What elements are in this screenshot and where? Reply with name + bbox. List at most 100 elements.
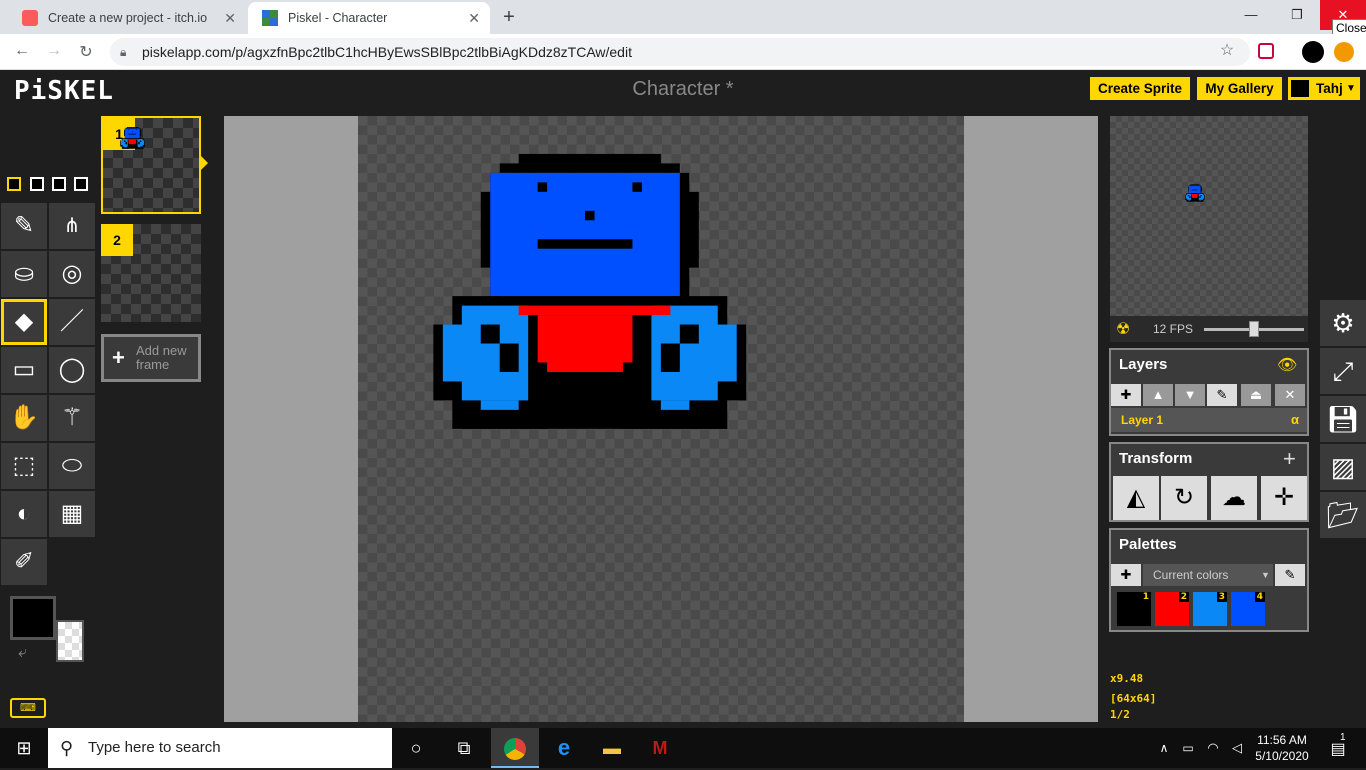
eye-icon[interactable]: 👁︎ xyxy=(1277,355,1297,375)
file-explorer-icon[interactable]: ▬ xyxy=(588,728,636,768)
plus-icon[interactable]: + xyxy=(1283,446,1296,472)
add-palette-button[interactable]: ✚ xyxy=(1111,564,1141,586)
open-folder-icon[interactable]: 📂︎ xyxy=(1320,492,1366,538)
extension-icon[interactable] xyxy=(1258,43,1274,59)
palette-select[interactable]: Current colors ▼ xyxy=(1143,564,1273,586)
minimize-button[interactable]: — xyxy=(1228,0,1274,30)
drawing-canvas[interactable] xyxy=(358,116,964,722)
circle-tool-icon[interactable]: ◯ xyxy=(49,347,95,393)
piskel-logo[interactable]: PiSKEL xyxy=(14,76,114,106)
taskbar-clock[interactable]: 11:56 AM 5/10/2020 xyxy=(1252,732,1312,764)
address-bar[interactable]: 🔒︎ piskelapp.com/p/agxzfnBpc2tlbC1hcHByE… xyxy=(110,38,1250,66)
resize-icon[interactable]: ⤢ xyxy=(1320,348,1366,394)
palette-color-swatch[interactable]: 1 xyxy=(1117,592,1151,626)
sprite-pixel-block xyxy=(537,182,548,192)
pen-size-3[interactable] xyxy=(52,177,66,191)
pen-size-4[interactable] xyxy=(74,177,88,191)
move-hand-tool-icon[interactable]: ✋ xyxy=(1,395,47,441)
task-view-icon[interactable]: ⧉ xyxy=(440,728,488,768)
swatch-index: 3 xyxy=(1216,592,1227,602)
sprite-pixel-block xyxy=(490,172,680,297)
wifi-icon[interactable]: ◠ xyxy=(1202,728,1224,768)
move-layer-down-icon[interactable]: ▼ xyxy=(1175,384,1205,406)
pen-size-1[interactable] xyxy=(7,177,21,191)
swatch-index: 2 xyxy=(1178,592,1189,602)
eraser-tool-icon[interactable]: ◆ xyxy=(1,299,47,345)
windows-start-icon[interactable]: ⊞ xyxy=(0,728,48,768)
mcafee-icon[interactable]: M xyxy=(636,728,684,768)
create-sprite-button[interactable]: Create Sprite xyxy=(1090,77,1190,100)
edit-layer-icon[interactable]: ✎ xyxy=(1207,384,1237,406)
stroke-tool-icon[interactable]: ／ xyxy=(49,299,95,345)
rectangle-tool-icon[interactable]: ▭ xyxy=(1,347,47,393)
settings-gear-icon[interactable]: ⚙ xyxy=(1320,300,1366,346)
dithering-tool-icon[interactable]: ▦ xyxy=(49,491,95,537)
avatar xyxy=(1291,80,1309,97)
edge-taskbar-icon[interactable]: e xyxy=(540,728,588,768)
lighten-tool-icon[interactable]: ◐ xyxy=(1,491,47,537)
layer-row[interactable]: Layer 1 α xyxy=(1111,408,1307,432)
palette-color-swatch[interactable]: 3 xyxy=(1193,592,1227,626)
cortana-icon[interactable]: ○ xyxy=(392,728,440,768)
palette-color-swatch[interactable]: 4 xyxy=(1231,592,1265,626)
forward-icon[interactable]: → xyxy=(42,42,66,60)
chrome-taskbar-icon[interactable] xyxy=(491,728,539,768)
fps-label: 12 FPS xyxy=(1153,322,1194,336)
frame-thumbnail[interactable]: 2 xyxy=(101,224,201,322)
reload-icon[interactable]: ↻ xyxy=(74,42,98,62)
paint-bucket-tool-icon[interactable]: ⛀ xyxy=(1,251,47,297)
layer-alpha-icon[interactable]: α xyxy=(1291,412,1299,427)
close-tab-icon[interactable]: ✕ xyxy=(468,10,480,27)
clone-sheep-icon[interactable]: ☁ xyxy=(1211,476,1257,520)
volume-icon[interactable]: ◁ xyxy=(1226,728,1248,768)
flip-icon[interactable]: ◭ xyxy=(1113,476,1159,520)
frame-thumbnail[interactable]: 1 xyxy=(101,116,201,214)
keyboard-shortcuts-icon[interactable]: ⌨ xyxy=(10,698,46,718)
fps-slider-handle[interactable] xyxy=(1249,321,1259,337)
user-menu[interactable]: Tahj ▼ xyxy=(1288,77,1360,100)
color-picker-tool-icon[interactable]: ✐ xyxy=(1,539,47,585)
merge-layer-icon[interactable]: ⏏ xyxy=(1241,384,1271,406)
swap-colors-icon[interactable]: ⤶ xyxy=(18,644,27,662)
magic-wand-tool-icon[interactable]: ⚚ xyxy=(49,395,95,441)
palette-color-swatch[interactable]: 2 xyxy=(1155,592,1189,626)
update-icon[interactable] xyxy=(1334,42,1354,62)
edit-palette-icon[interactable]: ✎ xyxy=(1275,564,1305,586)
add-new-frame-button[interactable]: + Add new frame xyxy=(101,334,201,382)
chevron-up-icon[interactable]: ∧ xyxy=(1154,728,1174,768)
my-gallery-button[interactable]: My Gallery xyxy=(1197,77,1282,100)
lasso-select-tool-icon[interactable]: ⬭ xyxy=(49,443,95,489)
save-icon[interactable]: 💾︎ xyxy=(1320,396,1366,442)
secondary-color-swatch[interactable] xyxy=(56,620,84,662)
pen-size-2[interactable] xyxy=(30,177,44,191)
notification-icon[interactable]: ▤ 1 xyxy=(1318,728,1358,768)
pen-tool-icon[interactable]: ✎ xyxy=(1,203,47,249)
sprite-pixel-block xyxy=(135,148,144,149)
close-tab-icon[interactable]: ✕ xyxy=(224,10,236,27)
delete-layer-icon[interactable]: ✕ xyxy=(1275,384,1305,406)
sprite-pixel-block xyxy=(121,140,124,145)
rotate-icon[interactable]: ↻ xyxy=(1161,476,1207,520)
mirror-pen-tool-icon[interactable]: ⋔ xyxy=(49,203,95,249)
tab-title: Create a new project - itch.io xyxy=(48,11,208,25)
tab-itchio[interactable]: Create a new project - itch.io ✕ xyxy=(8,2,246,34)
restore-button[interactable]: ❐ xyxy=(1274,0,1320,30)
layer-name: Layer 1 xyxy=(1121,413,1164,427)
paint-same-color-tool-icon[interactable]: ◎ xyxy=(49,251,95,297)
bookmark-star-icon[interactable]: ☆ xyxy=(1215,40,1239,60)
onion-skin-icon[interactable]: ☢ xyxy=(1116,319,1130,339)
move-layer-up-icon[interactable]: ▲ xyxy=(1143,384,1173,406)
rect-select-tool-icon[interactable]: ⬚ xyxy=(1,443,47,489)
search-icon: ⚲ xyxy=(60,738,74,758)
center-align-icon[interactable]: ✛ xyxy=(1261,476,1307,520)
add-layer-button[interactable]: ✚ xyxy=(1111,384,1141,406)
tab-piskel[interactable]: Piskel - Character ✕ xyxy=(248,2,490,34)
sprite-pixel-block xyxy=(129,143,136,145)
battery-icon[interactable]: ▭ xyxy=(1178,728,1198,768)
export-image-icon[interactable]: ▨ xyxy=(1320,444,1366,490)
taskbar-search-box[interactable]: ⚲ Type here to search xyxy=(48,728,392,768)
back-icon[interactable]: ← xyxy=(10,42,34,60)
primary-color-swatch[interactable] xyxy=(10,596,56,640)
profile-avatar[interactable] xyxy=(1302,41,1324,63)
new-tab-button[interactable]: + xyxy=(498,6,520,28)
